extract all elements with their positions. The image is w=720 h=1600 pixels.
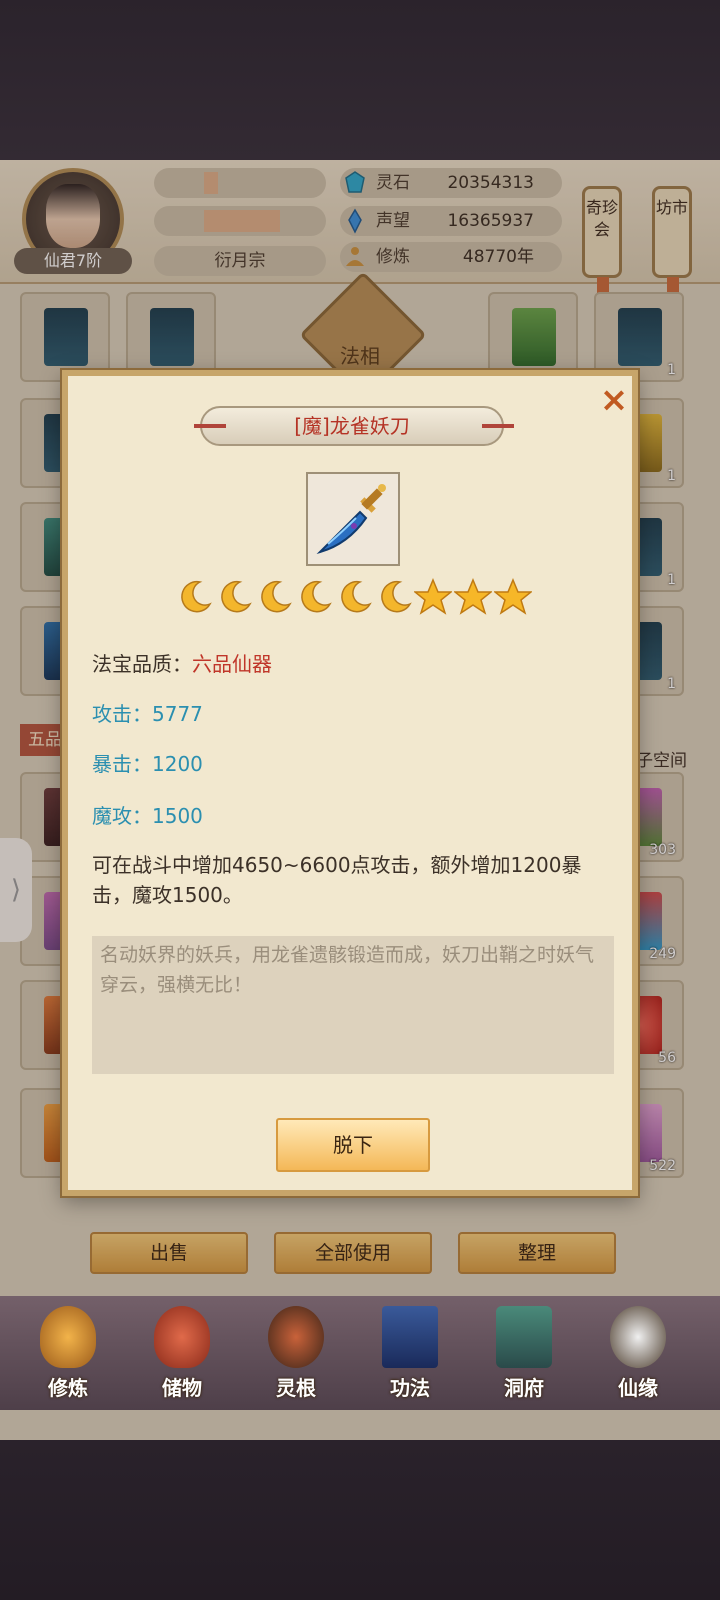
stat-crit: 暴击：1200 [92, 752, 203, 776]
nav-label: 洞府 [504, 1376, 544, 1400]
stat-attack: 攻击：5777 [92, 702, 203, 726]
close-icon[interactable]: × [594, 380, 634, 420]
moon-icon [381, 580, 412, 613]
star-icon [454, 578, 492, 615]
moon-icon [341, 580, 372, 613]
technique-book-icon [382, 1306, 438, 1368]
nav-label: 仙缘 [618, 1376, 658, 1400]
cultivation-nav-icon [40, 1306, 96, 1368]
nav-label: 功法 [390, 1376, 430, 1400]
unequip-button[interactable]: 脱下 [276, 1118, 430, 1172]
cave-house-icon [496, 1306, 552, 1368]
nav-storage[interactable]: 储物 [132, 1300, 232, 1408]
demon-blade-icon [316, 484, 386, 555]
immortal-fate-icon [610, 1306, 666, 1368]
spirit-root-icon [268, 1306, 324, 1368]
star-icon [494, 578, 532, 615]
item-image [306, 472, 400, 566]
bottom-dark-band [0, 1440, 720, 1600]
nav-label: 储物 [162, 1376, 202, 1400]
nav-technique[interactable]: 功法 [360, 1300, 460, 1408]
storage-bag-icon [154, 1306, 210, 1368]
item-description: 名动妖界的妖兵，用龙雀遗骸锻造而成，妖刀出鞘之时妖气穿云，强横无比！ [100, 944, 595, 996]
item-effect: 可在战斗中增加4650~6600点攻击，额外增加1200暴击，魔攻1500。 [92, 853, 582, 907]
moon-icon [301, 580, 332, 613]
star-icon [414, 578, 452, 615]
item-title: [魔]龙雀妖刀 [294, 414, 410, 438]
quality-value: 六品仙器 [192, 652, 272, 676]
item-star-rating [176, 578, 536, 618]
moon-icon [221, 580, 252, 613]
moon-icon [181, 580, 212, 613]
nav-cave[interactable]: 洞府 [474, 1300, 574, 1408]
nav-label: 修炼 [48, 1376, 88, 1400]
moon-icon [261, 580, 292, 613]
item-quality: 法宝品质：六品仙器 [92, 648, 272, 677]
nav-label: 灵根 [276, 1376, 316, 1400]
nav-fate[interactable]: 仙缘 [588, 1300, 688, 1408]
quality-label: 法宝品质： [92, 652, 192, 676]
nav-cultivation[interactable]: 修炼 [18, 1300, 118, 1408]
top-dark-band [0, 0, 720, 160]
stat-magic-attack: 魔攻：1500 [92, 804, 203, 828]
nav-spirit-root[interactable]: 灵根 [246, 1300, 346, 1408]
